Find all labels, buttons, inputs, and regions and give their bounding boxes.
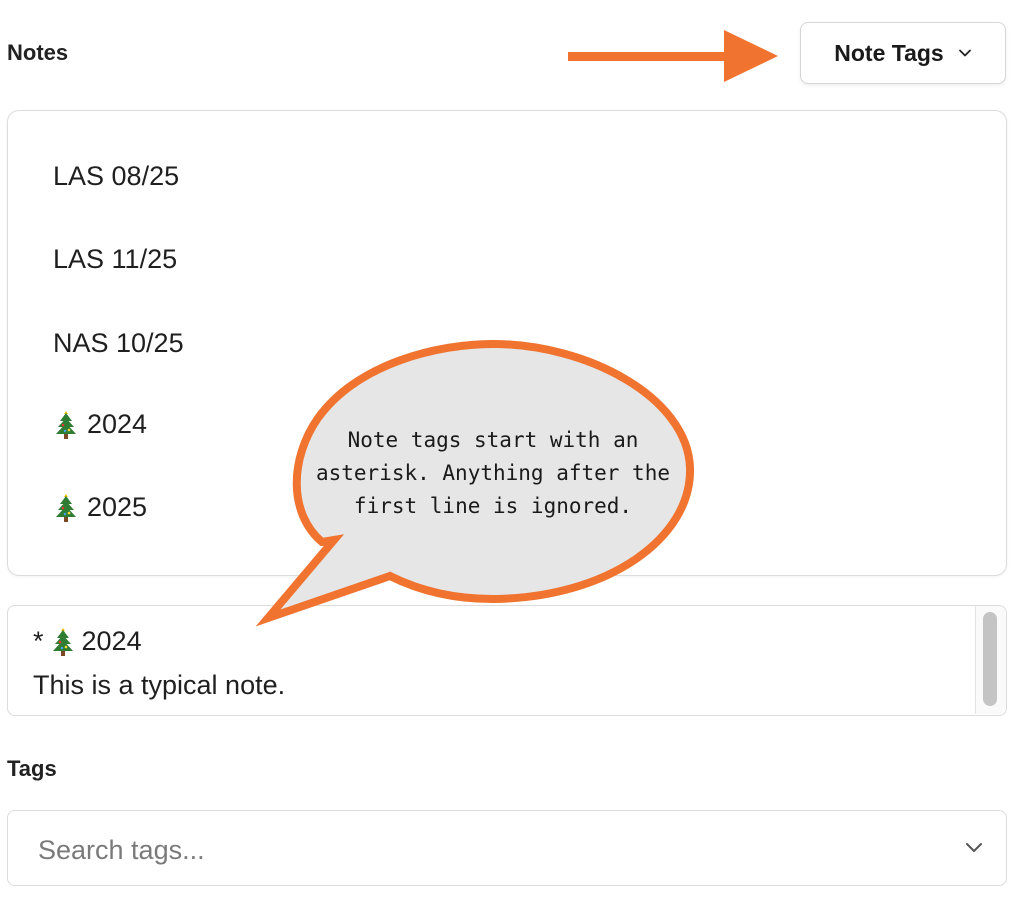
note-first-line: * 2024	[33, 626, 142, 657]
tags-label: Tags	[7, 756, 57, 781]
note-tag-prefix: *	[33, 626, 44, 656]
christmas-tree-icon	[56, 410, 76, 439]
tag-item-2024[interactable]: 2024	[53, 409, 147, 440]
tag-item-label: 2025	[87, 492, 148, 522]
chevron-down-icon[interactable]	[964, 840, 984, 856]
callout-line: asterisk. Anything after the	[315, 461, 670, 485]
note-body-text: This is a typical note.	[33, 670, 286, 700]
callout-line: Note tags start with an	[347, 428, 639, 452]
arrow-annotation	[568, 30, 778, 82]
tag-item-las-08-25[interactable]: LAS 08/25	[53, 161, 179, 192]
note-tags-dropdown-button[interactable]: Note Tags	[800, 22, 1006, 84]
tag-item-label: LAS 11/25	[53, 244, 178, 274]
tag-item-las-11-25[interactable]: LAS 11/25	[53, 244, 177, 275]
tag-item-label: 2024	[87, 409, 148, 439]
tags-search-select[interactable]	[7, 810, 1007, 886]
tag-item-label: NAS 10/25	[53, 328, 184, 358]
christmas-tree-icon	[52, 627, 73, 656]
tag-item-nas-10-25[interactable]: NAS 10/25	[53, 328, 184, 359]
note-scrollbar[interactable]	[975, 606, 1006, 714]
tag-item-label: LAS 08/25	[53, 161, 180, 191]
callout-text: Note tags start with an asterisk. Anythi…	[308, 424, 678, 523]
christmas-tree-icon	[56, 493, 76, 522]
note-tags-button-label: Note Tags	[834, 39, 944, 66]
callout-line: first line is ignored.	[353, 494, 633, 518]
note-tag-label: 2024	[81, 626, 142, 656]
tag-item-2025[interactable]: 2025	[53, 492, 147, 523]
notes-label: Notes	[7, 40, 69, 65]
chevron-down-icon	[958, 49, 971, 57]
note-scrollbar-thumb[interactable]	[983, 612, 997, 706]
tags-search-input[interactable]	[36, 829, 940, 871]
